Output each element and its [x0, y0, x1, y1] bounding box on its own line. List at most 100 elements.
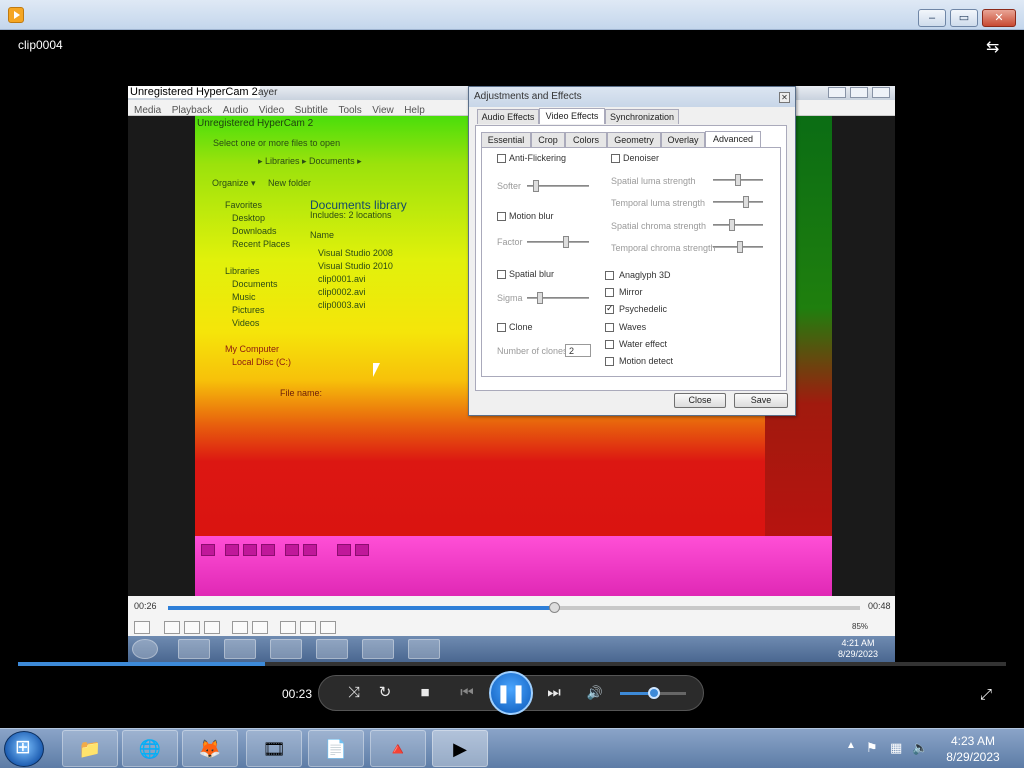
- inner-chrome-icon: [224, 639, 256, 659]
- seek-bar-fill: [18, 662, 265, 666]
- temporal-luma-slider[interactable]: [713, 196, 763, 208]
- pause-button[interactable]: ❚❚: [489, 671, 533, 715]
- denoiser-checkbox[interactable]: [611, 154, 620, 163]
- maximize-button[interactable]: ▭: [950, 9, 978, 27]
- nav-item: Pictures: [232, 305, 265, 315]
- start-button[interactable]: [4, 731, 44, 767]
- inner-playlist-icon: [337, 544, 351, 556]
- minimize-button[interactable]: –: [918, 9, 946, 27]
- inner-seek-fill: [168, 606, 554, 610]
- anaglyph-label: Anaglyph 3D: [619, 270, 671, 280]
- slider-thumb[interactable]: [735, 174, 741, 186]
- firefox-taskbar-icon[interactable]: 🦊: [182, 730, 238, 767]
- tab-colors[interactable]: Colors: [565, 132, 607, 147]
- nav-item: Documents: [232, 279, 278, 289]
- spatial-blur-checkbox[interactable]: [497, 270, 506, 279]
- clock-date: 8/29/2023: [946, 750, 1000, 764]
- waves-label: Waves: [619, 322, 647, 332]
- inner-menu-item: Help: [404, 105, 425, 116]
- inner-document-icon: [362, 639, 394, 659]
- hypercam-watermark: Unregistered HyperCam 2: [128, 86, 260, 98]
- inner-prev-icon: [164, 621, 180, 634]
- random-icon[interactable]: ⤨: [342, 683, 366, 703]
- slider-thumb[interactable]: [743, 196, 749, 208]
- softer-slider[interactable]: [527, 180, 589, 192]
- close-button[interactable]: ✕: [982, 9, 1016, 27]
- tab-synchronization[interactable]: Synchronization: [605, 109, 679, 124]
- dialog-close-button[interactable]: Close: [674, 393, 726, 408]
- waves-checkbox[interactable]: [605, 323, 614, 332]
- movie-maker-taskbar-icon[interactable]: 🎞: [246, 730, 302, 767]
- inner-hypercam-label: Unregistered HyperCam 2: [197, 118, 314, 129]
- vlc-taskbar-icon[interactable]: 🔺: [370, 730, 426, 767]
- temporal-chroma-label: Temporal chroma strength: [611, 243, 716, 253]
- tray-expand-icon[interactable]: ▲: [846, 740, 856, 751]
- water-effect-checkbox[interactable]: [605, 340, 614, 349]
- chrome-taskbar-icon[interactable]: 🌐: [122, 730, 178, 767]
- tab-video-effects[interactable]: Video Effects: [539, 108, 605, 124]
- sigma-slider[interactable]: [527, 292, 589, 304]
- psychedelic-checkbox[interactable]: [605, 303, 614, 314]
- slider-thumb[interactable]: [729, 219, 735, 231]
- inner-next-icon: [204, 621, 220, 634]
- volume-icon[interactable]: 🔊: [583, 683, 607, 703]
- spatial-luma-slider[interactable]: [713, 174, 763, 186]
- explorer-taskbar-icon[interactable]: 📁: [62, 730, 118, 767]
- slider-thumb[interactable]: [737, 241, 743, 253]
- inner-prev-icon: [225, 544, 239, 556]
- tab-advanced[interactable]: Advanced: [705, 131, 761, 147]
- dialog-title: Adjustments and Effects: [474, 91, 582, 102]
- nav-item: Music: [232, 292, 256, 302]
- temporal-chroma-slider[interactable]: [713, 241, 763, 253]
- spatial-chroma-slider[interactable]: [713, 219, 763, 231]
- file-row: clip0001.avi: [318, 274, 366, 284]
- factor-slider[interactable]: [527, 236, 589, 248]
- mirror-checkbox[interactable]: [605, 288, 614, 297]
- clone-checkbox[interactable]: [497, 323, 506, 332]
- inner-clock: 4:21 AM 8/29/2023: [838, 638, 878, 660]
- action-center-icon[interactable]: ⚑: [866, 740, 878, 756]
- file-row: Visual Studio 2010: [318, 261, 393, 271]
- clones-spinner[interactable]: 2: [565, 344, 591, 357]
- network-icon[interactable]: ▦: [890, 740, 902, 756]
- inner-movie-icon: [316, 639, 348, 659]
- slider-thumb[interactable]: [563, 236, 569, 248]
- system-clock[interactable]: 4:23 AM 8/29/2023: [930, 733, 1016, 765]
- motion-blur-label: Motion blur: [509, 211, 554, 221]
- media-player-taskbar-icon[interactable]: ▶: [432, 730, 488, 767]
- playlist-toggle-icon[interactable]: ⇆: [986, 37, 999, 57]
- stop-icon[interactable]: ■: [413, 683, 437, 703]
- dialog-close-icon[interactable]: ✕: [779, 92, 790, 103]
- volume-knob[interactable]: [648, 687, 660, 699]
- denoiser-label: Denoiser: [623, 153, 660, 163]
- loop-icon[interactable]: ↻: [373, 683, 397, 703]
- inner-menu-item: Audio: [222, 105, 249, 116]
- tab-overlay[interactable]: Overlay: [661, 132, 705, 147]
- inner-explorer-icon: [178, 639, 210, 659]
- psychedelic-label: Psychedelic: [619, 304, 668, 314]
- slider-thumb[interactable]: [537, 292, 543, 304]
- inner-clock-time: 4:21 AM: [841, 638, 875, 648]
- adjustments-dialog: Adjustments and Effects ✕ Audio Effects …: [468, 86, 796, 416]
- inner-controls-psychedelic: [195, 536, 832, 596]
- motion-blur-checkbox[interactable]: [497, 212, 506, 221]
- tab-geometry[interactable]: Geometry: [607, 132, 661, 147]
- document-taskbar-icon[interactable]: 📄: [308, 730, 364, 767]
- anaglyph-checkbox[interactable]: [605, 271, 614, 280]
- dialog-save-button[interactable]: Save: [734, 393, 788, 408]
- motion-detect-checkbox[interactable]: [605, 357, 614, 366]
- inner-fullscreen-icon: [232, 621, 248, 634]
- tab-essential[interactable]: Essential: [481, 132, 531, 147]
- tab-audio-effects[interactable]: Audio Effects: [477, 109, 539, 124]
- fullscreen-icon[interactable]: ⤢: [980, 686, 992, 703]
- next-icon[interactable]: ⏭: [542, 683, 566, 703]
- factor-label: Factor: [497, 237, 523, 247]
- anti-flickering-checkbox[interactable]: [497, 154, 506, 163]
- slider-thumb[interactable]: [533, 180, 539, 192]
- previous-icon[interactable]: ⏮: [455, 683, 479, 703]
- breadcrumb: ▸ Libraries ▸ Documents ▸: [258, 156, 362, 166]
- tab-crop[interactable]: Crop: [531, 132, 565, 147]
- nav-item: Favorites: [225, 200, 263, 210]
- speaker-icon[interactable]: 🔈: [912, 740, 928, 756]
- window-titlebar[interactable]: – ▭ ✕: [0, 0, 1024, 30]
